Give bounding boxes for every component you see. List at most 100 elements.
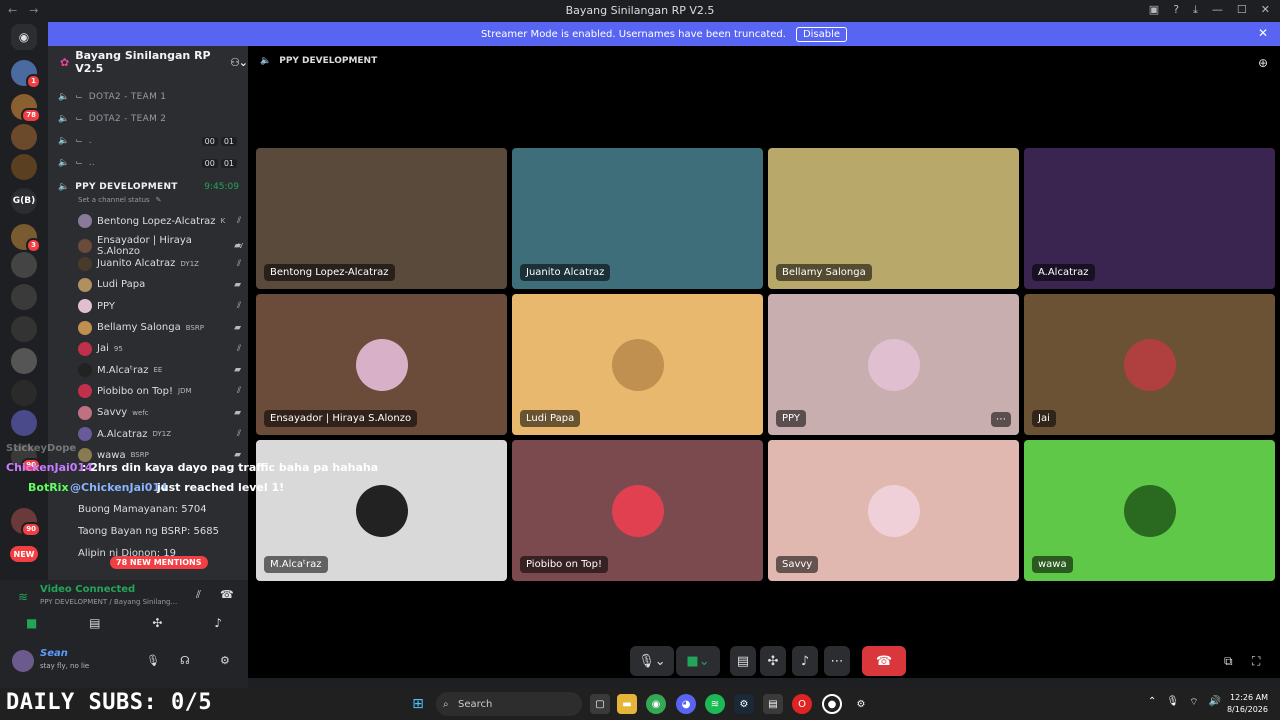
voice-channel[interactable]: 🔈 ⌙ DOTA2 - TEAM 1 — [58, 92, 243, 102]
fullscreen-icon[interactable]: ⛶ — [1252, 654, 1260, 669]
mute-button[interactable]: 🎙⌄ — [630, 646, 674, 676]
voice-member[interactable]: Juanito Alcatraz DY1Z ⫽ — [78, 256, 243, 271]
participant-tile[interactable]: Jai — [1024, 294, 1275, 435]
more-options-button[interactable]: ⋯ — [824, 646, 850, 676]
headphones-icon[interactable]: ☊ — [180, 654, 190, 667]
server-icon[interactable]: 90 — [11, 508, 41, 537]
wifi-icon[interactable]: ⌔ — [1189, 696, 1198, 709]
mic-tray-icon[interactable]: 🎙 — [1166, 696, 1179, 709]
server-icon[interactable] — [11, 316, 37, 342]
system-tray: ⌃ 🎙 ⌔ 🔊 — [1148, 696, 1221, 709]
server-icon[interactable] — [11, 124, 37, 150]
task-view-icon[interactable]: ▢ — [590, 694, 610, 714]
voice-member[interactable]: PPY ⫽ — [78, 299, 243, 314]
app-settings-icon[interactable]: ⚙ — [851, 694, 871, 714]
server-icon[interactable]: 78 — [11, 94, 41, 123]
discord-taskbar-icon[interactable]: ◕ — [676, 694, 696, 714]
participant-tile[interactable]: Ensayador | Hiraya S.Alonzo — [256, 294, 507, 435]
notepad-icon[interactable]: ▤ — [763, 694, 783, 714]
minimize-button[interactable]: — — [1212, 3, 1223, 17]
more-options-button[interactable]: ⋯ — [991, 412, 1011, 427]
windows-start-icon[interactable]: ⊞ — [408, 694, 428, 714]
add-member-icon[interactable]: ⚇ — [230, 56, 240, 69]
participant-tile[interactable]: Juanito Alcatraz — [512, 148, 763, 289]
server-icon[interactable]: 1 — [11, 60, 41, 89]
settings-gear-icon[interactable]: ⚙ — [220, 654, 230, 667]
video-button[interactable]: ■⌄ — [676, 646, 720, 676]
server-icon[interactable] — [11, 380, 37, 406]
server-icon[interactable] — [11, 154, 37, 180]
soundboard-icon[interactable]: ♪ — [214, 616, 222, 630]
camera-icon[interactable]: ■ — [26, 616, 37, 630]
new-servers-badge[interactable]: NEW — [10, 546, 38, 562]
close-icon[interactable]: ✕ — [1258, 26, 1268, 40]
server-icon[interactable]: G(B) — [11, 188, 37, 214]
taskbar-clock[interactable]: 12:26 AM 8/16/2026 — [1227, 692, 1268, 716]
taskbar-search[interactable]: ⌕ Search — [436, 692, 582, 716]
voice-member[interactable]: M.Alcaᵗraz EE ▰ — [78, 363, 243, 378]
voice-channel[interactable]: 🔈 ⌙.. 00 01 — [58, 158, 243, 168]
help-icon[interactable]: ? — [1173, 3, 1179, 17]
disconnect-button[interactable]: ☎ — [862, 646, 906, 676]
avatar[interactable] — [12, 650, 34, 672]
voice-channel-path[interactable]: PPY DEVELOPMENT / Bayang Sinilang... — [40, 598, 177, 606]
server-icon[interactable] — [11, 348, 37, 374]
call-controls: 🎙⌄ ■⌄ ▤ ✣ ♪ ⋯ ☎ ⧉ ⛶ — [248, 646, 1280, 678]
server-icon[interactable] — [11, 284, 37, 310]
voice-member[interactable]: A.Alcatraz DY1Z ⫽ — [78, 427, 243, 441]
signal-icon[interactable]: ≋ — [18, 590, 28, 604]
soundboard-button[interactable]: ♪ — [792, 646, 818, 676]
voice-member[interactable]: Bentong Lopez-Alcatraz K ⫽ — [78, 214, 243, 228]
active-voice-channel[interactable]: 🔈 PPY DEVELOPMENT 9:45:09 — [58, 182, 243, 192]
chevron-up-icon[interactable]: ⌃ — [1148, 696, 1156, 709]
avatar — [78, 239, 92, 254]
participant-tile[interactable]: Ludi Papa — [512, 294, 763, 435]
spotify-icon[interactable]: ≋ — [705, 694, 725, 714]
avatar — [78, 320, 92, 335]
voice-member[interactable]: Ludi Papa ▰ — [78, 277, 243, 292]
steam-icon[interactable]: ⚙ — [734, 694, 754, 714]
participant-tile[interactable]: Bellamy Salonga — [768, 148, 1019, 289]
participant-tile[interactable]: Bentong Lopez-Alcatraz — [256, 148, 507, 289]
inbox-icon[interactable]: ▣ — [1149, 3, 1159, 17]
voice-member[interactable]: Bellamy Salonga BSRP ▰ — [78, 320, 243, 335]
participant-tile[interactable]: wawa — [1024, 440, 1275, 581]
screen-share-button[interactable]: ▤ — [730, 646, 756, 676]
activity-icon[interactable]: ⊕ — [1258, 56, 1268, 70]
disconnect-icon[interactable]: ☎ — [220, 588, 234, 601]
voice-channel[interactable]: 🔈 ⌙ DOTA2 - TEAM 2 — [58, 114, 243, 124]
noise-suppression-icon[interactable]: ⫽ — [196, 588, 201, 602]
guild-header[interactable]: ✿ Bayang Sinilangan RP V2.5 ⌄ ⚇ — [48, 46, 248, 78]
popout-icon[interactable]: ⧉ — [1224, 654, 1233, 669]
voice-member[interactable]: Savvy wefc ▰ — [78, 405, 243, 420]
close-button[interactable]: ✕ — [1261, 3, 1270, 17]
voice-member[interactable]: Ensayador | Hiraya S.Alonzo V ▰ — [78, 235, 243, 257]
server-icon[interactable] — [11, 252, 37, 278]
participant-name: PPY — [776, 410, 806, 427]
volume-icon[interactable]: 🔊 — [1209, 696, 1221, 709]
screen-share-icon[interactable]: ▤ — [89, 616, 100, 630]
activities-icon[interactable]: ✣ — [152, 616, 162, 630]
server-icon[interactable] — [11, 410, 37, 436]
participant-tile[interactable]: Savvy — [768, 440, 1019, 581]
microphone-icon[interactable]: 🎙 — [146, 654, 160, 667]
discord-home-icon[interactable]: ◉ — [11, 24, 37, 50]
participant-tile[interactable]: A.Alcatraz — [1024, 148, 1275, 289]
file-explorer-icon[interactable]: ▬ — [617, 694, 637, 714]
participant-tile[interactable]: Piobibo on Top! — [512, 440, 763, 581]
opera-icon[interactable]: O — [792, 694, 812, 714]
maximize-button[interactable]: ☐ — [1237, 3, 1247, 17]
download-icon[interactable]: ⤓ — [1193, 3, 1198, 17]
channel-status[interactable]: Set a channel status ✎ — [78, 196, 263, 204]
activities-button[interactable]: ✣ — [760, 646, 786, 676]
disable-button[interactable]: Disable — [795, 26, 848, 42]
voice-member[interactable]: Piobibo on Top! JDM ⫽ — [78, 384, 243, 399]
server-icon[interactable]: 3 — [11, 224, 41, 253]
participant-tile[interactable]: PPY ⋯ — [768, 294, 1019, 435]
avatar — [78, 341, 92, 356]
voice-member[interactable]: Jai 95 ⫽ — [78, 341, 243, 356]
obs-icon[interactable]: ● — [822, 694, 842, 714]
chrome-icon[interactable]: ◉ — [646, 694, 666, 714]
clock-time: 12:26 AM — [1230, 693, 1268, 702]
voice-channel[interactable]: 🔈 ⌙. 00 01 — [58, 136, 243, 146]
